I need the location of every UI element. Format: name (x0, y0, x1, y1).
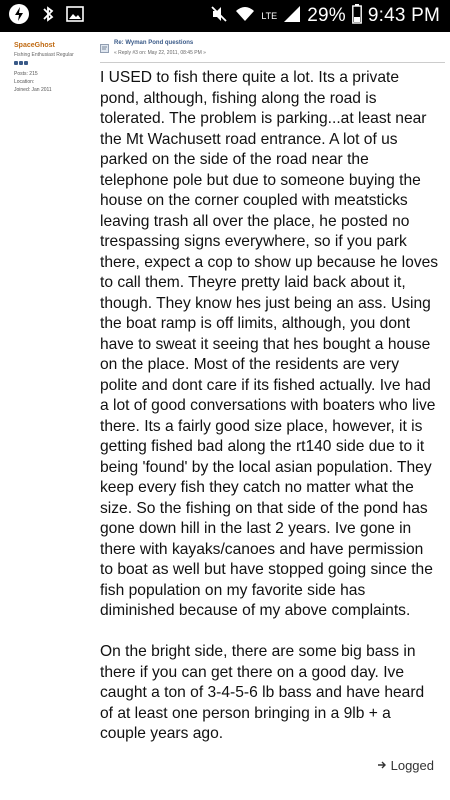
logged-label: Logged (390, 758, 434, 773)
poster-location: Location: (14, 79, 35, 85)
arrow-right-icon (377, 758, 387, 773)
rank-star-icon (14, 61, 18, 65)
poster-joined: Joined: Jan 2011 (14, 87, 52, 93)
signal-icon (283, 5, 301, 28)
poster-rank (14, 61, 28, 65)
battery-icon (351, 3, 362, 29)
post-content: Re: Wyman Pond questions « Reply #3 on: … (92, 32, 450, 800)
status-right-icons: LTE 29% 9:43 PM (209, 3, 440, 29)
post-paragraph: I USED to fish there quite a lot. Its a … (100, 69, 439, 619)
post-date: « Reply #3 on: May 22, 2011, 08:45 PM » (114, 50, 206, 56)
gallery-icon (66, 5, 84, 27)
status-left-icons (8, 3, 84, 30)
poster-sidebar: SpaceGhost Fishing Enthusiast Regular Po… (0, 32, 92, 800)
lte-label: LTE (261, 11, 278, 21)
poster-title: Fishing Enthusiast Regular (14, 52, 74, 58)
logged-indicator: Logged (377, 758, 434, 773)
post-header: Re: Wyman Pond questions « Reply #3 on: … (100, 38, 440, 64)
post-icon (100, 40, 109, 53)
post-subject-link[interactable]: Re: Wyman Pond questions (114, 40, 193, 46)
mute-icon (209, 4, 229, 29)
clock: 9:43 PM (367, 5, 440, 26)
post-paragraph: On the bright side, there are some big b… (100, 643, 425, 742)
post-body: I USED to fish there quite a lot. Its a … (100, 68, 440, 745)
bluetooth-icon (40, 5, 56, 28)
status-bar: LTE 29% 9:43 PM (0, 0, 450, 32)
wifi-icon (235, 5, 255, 28)
rank-star-icon (19, 61, 23, 65)
poster-name[interactable]: SpaceGhost (14, 42, 55, 49)
battery-percent: 29% (307, 5, 346, 26)
post-divider (100, 62, 445, 63)
power-icon (8, 3, 30, 30)
rank-star-icon (24, 61, 28, 65)
poster-posts: Posts: 215 (14, 71, 38, 77)
